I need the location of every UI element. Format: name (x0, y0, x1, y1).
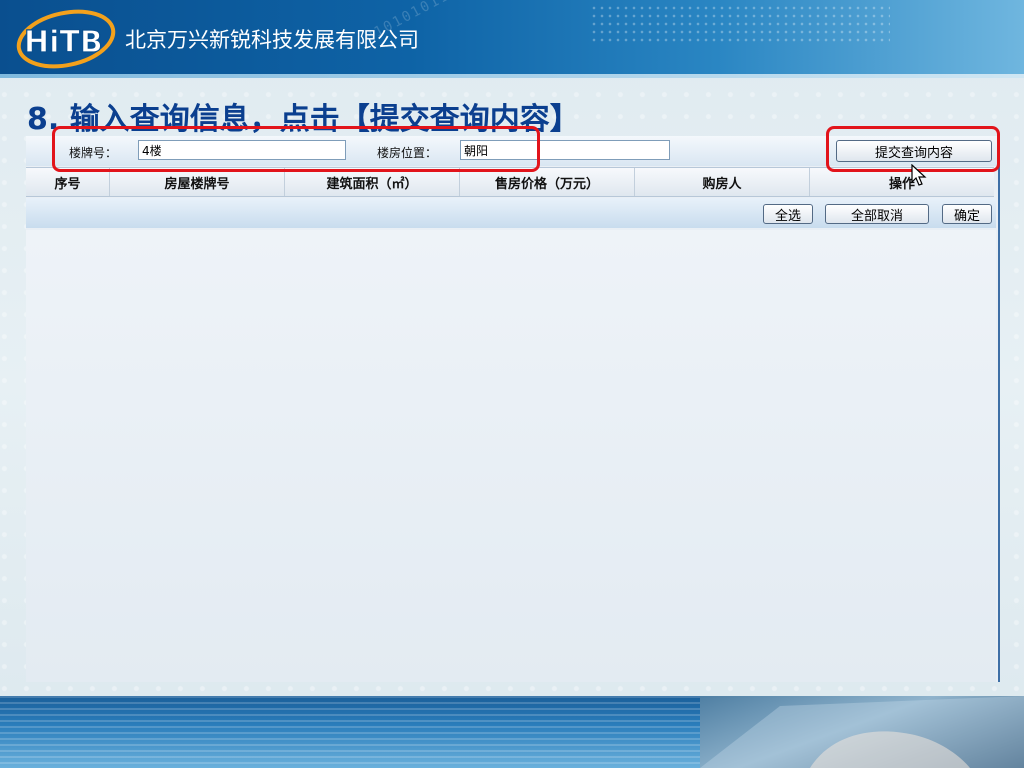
building-number-input[interactable] (138, 140, 346, 160)
building-number-label: 楼牌号： (69, 146, 118, 160)
submit-query-button[interactable]: 提交查询内容 (836, 140, 992, 162)
table-actions-row: 全选 全部取消 确定 (26, 198, 996, 228)
header-banner: 0101010110 HiTB 北京万兴新锐科技发展有限公司 (0, 0, 1024, 78)
cancel-all-button[interactable]: 全部取消 (825, 204, 929, 224)
footer-banner (0, 696, 1024, 768)
select-all-button[interactable]: 全选 (763, 204, 813, 224)
footer-keyboard-image (700, 696, 1024, 768)
column-header: 购房人 (635, 168, 810, 196)
mouse-cursor-icon (911, 164, 927, 186)
results-content-area (26, 230, 996, 682)
step-title: 8. 输入查询信息，点击【提交查询内容】 (27, 102, 580, 137)
column-header: 建筑面积（㎡） (285, 168, 460, 196)
logo-text: HiTB (24, 25, 103, 60)
confirm-button[interactable]: 确定 (942, 204, 992, 224)
column-header: 售房价格（万元） (460, 168, 635, 196)
query-panel: 楼牌号： 楼房位置： 提交查询内容 序号 房屋楼牌号 建筑面积（㎡） 售房价格（… (26, 136, 1000, 682)
results-table-header: 序号 房屋楼牌号 建筑面积（㎡） 售房价格（万元） 购房人 操作 (26, 167, 994, 197)
building-location-label: 楼房位置： (377, 146, 438, 160)
banner-dot-pattern (590, 4, 890, 44)
keyboard-hand-icon (700, 696, 1024, 768)
column-header: 房屋楼牌号 (110, 168, 285, 196)
company-logo-icon: HiTB (16, 9, 116, 69)
company-name: 北京万兴新锐科技发展有限公司 (125, 28, 419, 52)
column-header: 序号 (26, 168, 110, 196)
column-header: 操作 (888, 176, 915, 192)
search-row: 楼牌号： 楼房位置： 提交查询内容 (26, 136, 998, 166)
building-location-input[interactable] (460, 140, 670, 160)
footer-line-pattern (0, 696, 760, 768)
